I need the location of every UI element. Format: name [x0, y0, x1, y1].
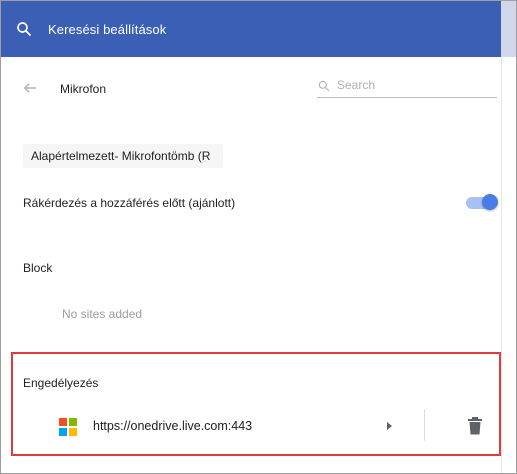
allowed-site-url[interactable]: https://onedrive.live.com:443: [93, 419, 252, 433]
search-header-bar: Keresési beállítások: [1, 1, 516, 57]
logo-square-yellow: [69, 428, 77, 436]
triangle-right-icon[interactable]: [383, 420, 395, 432]
microsoft-logo-icon: [59, 418, 77, 436]
logo-square-green: [69, 418, 77, 426]
settings-window: Keresési beállítások Mikrofon Alapértelm…: [0, 0, 517, 474]
site-search-input[interactable]: [337, 75, 495, 95]
trash-icon[interactable]: [467, 417, 483, 435]
selected-device-label: Alapértelmezett- Mikrofontömb (R: [31, 149, 211, 163]
header-edge: [501, 1, 516, 57]
block-section-heading: Block: [23, 261, 53, 275]
scrollbar[interactable]: [501, 57, 516, 473]
back-arrow-icon[interactable]: [21, 79, 39, 97]
row-divider: [424, 409, 425, 441]
logo-square-blue: [59, 428, 67, 436]
logo-square-red: [59, 418, 67, 426]
page-title: Mikrofon: [60, 82, 107, 96]
toggle-knob: [482, 194, 498, 210]
settings-search-input[interactable]: Keresési beállítások: [48, 22, 166, 37]
search-icon: [17, 22, 31, 36]
ask-before-access-toggle[interactable]: [466, 194, 498, 210]
block-empty-text: No sites added: [62, 307, 143, 321]
microphone-device-select[interactable]: Alapértelmezett- Mikrofontömb (R: [23, 144, 223, 168]
ask-before-access-label: Rákérdezés a hozzáférés előtt (ajánlott): [23, 196, 236, 210]
search-icon: [318, 80, 330, 92]
site-search-field[interactable]: [317, 75, 497, 98]
allowed-site-row[interactable]: https://onedrive.live.com:443: [13, 401, 499, 451]
allow-section-heading: Engedélyezés: [23, 376, 99, 390]
